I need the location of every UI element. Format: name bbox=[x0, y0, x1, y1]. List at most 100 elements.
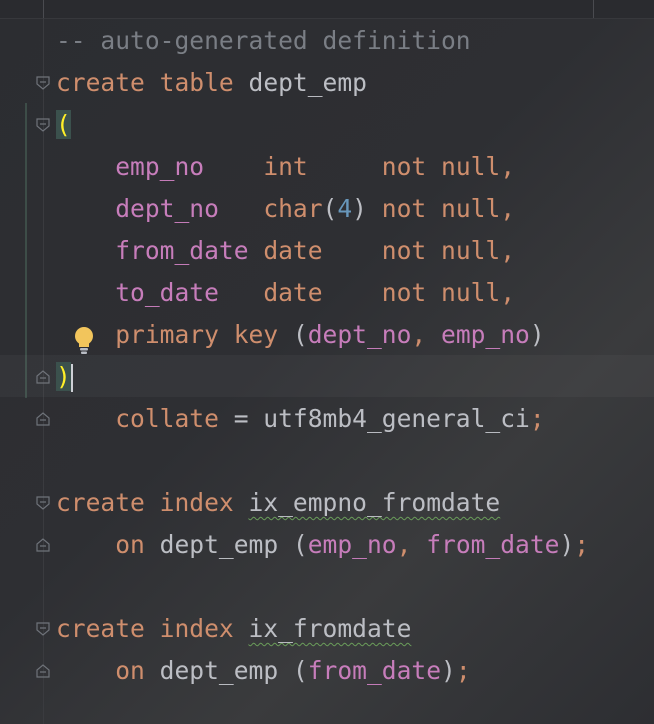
identifier-token bbox=[145, 614, 160, 643]
fold-close-icon[interactable] bbox=[35, 537, 51, 553]
code-line[interactable]: ( bbox=[56, 104, 71, 146]
identifier-token bbox=[308, 152, 382, 181]
code-line[interactable]: on dept_emp (emp_no, from_date); bbox=[56, 524, 589, 566]
sql-keyword: index bbox=[159, 614, 234, 643]
code-line[interactable]: primary key (dept_no, emp_no) bbox=[56, 314, 545, 356]
sql-keyword: date bbox=[263, 236, 323, 265]
code-editor[interactable]: -- auto-generated definition create table… bbox=[0, 0, 654, 724]
vcs-change-marker[interactable] bbox=[25, 103, 27, 398]
code-line[interactable]: -- auto-generated definition bbox=[56, 20, 471, 62]
column-name: emp_no bbox=[115, 152, 205, 181]
sql-keyword: char bbox=[263, 194, 323, 223]
code-line[interactable]: ) bbox=[56, 356, 73, 398]
fold-close-icon[interactable] bbox=[35, 663, 51, 679]
fold-open-icon[interactable] bbox=[35, 117, 51, 133]
sql-keyword: index bbox=[159, 488, 234, 517]
sql-keyword: primary key bbox=[115, 320, 279, 349]
identifier-token bbox=[204, 152, 263, 181]
number-literal: 4 bbox=[337, 194, 353, 223]
top-bar-divider bbox=[43, 0, 44, 18]
identifier-token: ) bbox=[559, 530, 575, 559]
identifier-token bbox=[56, 404, 115, 433]
matched-bracket: ) bbox=[56, 362, 71, 391]
identifier-token: ) bbox=[529, 320, 545, 349]
column-name: emp_no bbox=[441, 320, 530, 349]
sql-keyword: , bbox=[500, 278, 516, 307]
identifier-token bbox=[145, 488, 160, 517]
sql-keyword: ; bbox=[455, 656, 471, 685]
identifier-token: ) bbox=[352, 194, 382, 223]
identifier-token: dept_emp ( bbox=[144, 530, 308, 559]
code-line[interactable]: on dept_emp (from_date); bbox=[56, 650, 471, 692]
sql-keyword: not null bbox=[381, 278, 501, 307]
identifier-token: ) bbox=[441, 656, 456, 685]
sql-keyword: create bbox=[56, 68, 145, 97]
sql-keyword: int bbox=[263, 152, 308, 181]
sql-keyword: ; bbox=[529, 404, 545, 433]
identifier-token bbox=[56, 656, 115, 685]
code-line[interactable]: create index ix_empno_fromdate bbox=[56, 482, 500, 524]
code-line[interactable]: dept_no char(4) not null, bbox=[56, 188, 515, 230]
identifier-token bbox=[56, 236, 115, 265]
top-bar-divider bbox=[593, 0, 594, 18]
sql-keyword: , bbox=[500, 152, 516, 181]
fold-open-icon[interactable] bbox=[35, 75, 51, 91]
editor-top-bar bbox=[0, 0, 654, 19]
fold-open-icon[interactable] bbox=[35, 621, 51, 637]
code-comment: -- auto-generated definition bbox=[56, 26, 471, 55]
identifier-token bbox=[56, 278, 115, 307]
identifier-token bbox=[323, 236, 382, 265]
code-line[interactable]: emp_no int not null, bbox=[56, 146, 515, 188]
code-line[interactable]: create index ix_fromdate bbox=[56, 608, 411, 650]
fold-close-icon[interactable] bbox=[35, 369, 51, 385]
sql-keyword: collate bbox=[115, 404, 219, 433]
fold-close-icon[interactable] bbox=[35, 411, 51, 427]
column-name: dept_no bbox=[115, 194, 219, 223]
sql-keyword: ; bbox=[574, 530, 590, 559]
lightbulb-icon[interactable] bbox=[72, 325, 96, 355]
identifier-token bbox=[145, 68, 160, 97]
current-line-highlight bbox=[0, 355, 654, 397]
identifier-token: ( bbox=[322, 194, 338, 223]
sql-keyword: not null bbox=[381, 152, 501, 181]
matched-bracket: ( bbox=[56, 110, 71, 139]
column-name: from_date bbox=[426, 530, 560, 559]
fold-open-icon[interactable] bbox=[35, 495, 51, 511]
sql-keyword: table bbox=[159, 68, 234, 97]
identifier-token: dept_emp bbox=[233, 68, 367, 97]
sql-keyword: on bbox=[115, 530, 145, 559]
code-line[interactable]: to_date date not null, bbox=[56, 272, 515, 314]
sql-keyword: , bbox=[500, 236, 516, 265]
sql-keyword: , bbox=[396, 530, 427, 559]
sql-keyword: create bbox=[56, 614, 145, 643]
column-name: emp_no bbox=[307, 530, 397, 559]
identifier-token: dept_emp ( bbox=[144, 656, 308, 685]
index-name: ix_fromdate bbox=[248, 614, 412, 643]
identifier-token bbox=[234, 614, 249, 643]
identifier-token bbox=[249, 236, 264, 265]
sql-keyword: , bbox=[411, 320, 442, 349]
index-name: ix_empno_fromdate bbox=[248, 488, 501, 517]
column-name: to_date bbox=[115, 278, 219, 307]
sql-keyword: , bbox=[500, 194, 516, 223]
identifier-token bbox=[234, 488, 249, 517]
identifier-token bbox=[56, 194, 115, 223]
identifier-token bbox=[219, 194, 263, 223]
identifier-token bbox=[219, 278, 263, 307]
code-line[interactable]: collate = utf8mb4_general_ci; bbox=[56, 398, 545, 440]
code-line[interactable]: from_date date not null, bbox=[56, 230, 515, 272]
sql-keyword: date bbox=[263, 278, 323, 307]
text-caret bbox=[70, 364, 73, 392]
sql-keyword: on bbox=[115, 656, 145, 685]
code-line[interactable]: create table dept_emp bbox=[56, 62, 367, 104]
column-name: from_date bbox=[307, 656, 441, 685]
identifier-token bbox=[56, 530, 115, 559]
sql-keyword: not null bbox=[381, 194, 501, 223]
sql-keyword: not null bbox=[381, 236, 501, 265]
identifier-token bbox=[323, 278, 382, 307]
column-name: from_date bbox=[115, 236, 249, 265]
identifier-token: ( bbox=[278, 320, 308, 349]
column-name: dept_no bbox=[307, 320, 412, 349]
sql-keyword: create bbox=[56, 488, 145, 517]
identifier-token bbox=[56, 152, 115, 181]
